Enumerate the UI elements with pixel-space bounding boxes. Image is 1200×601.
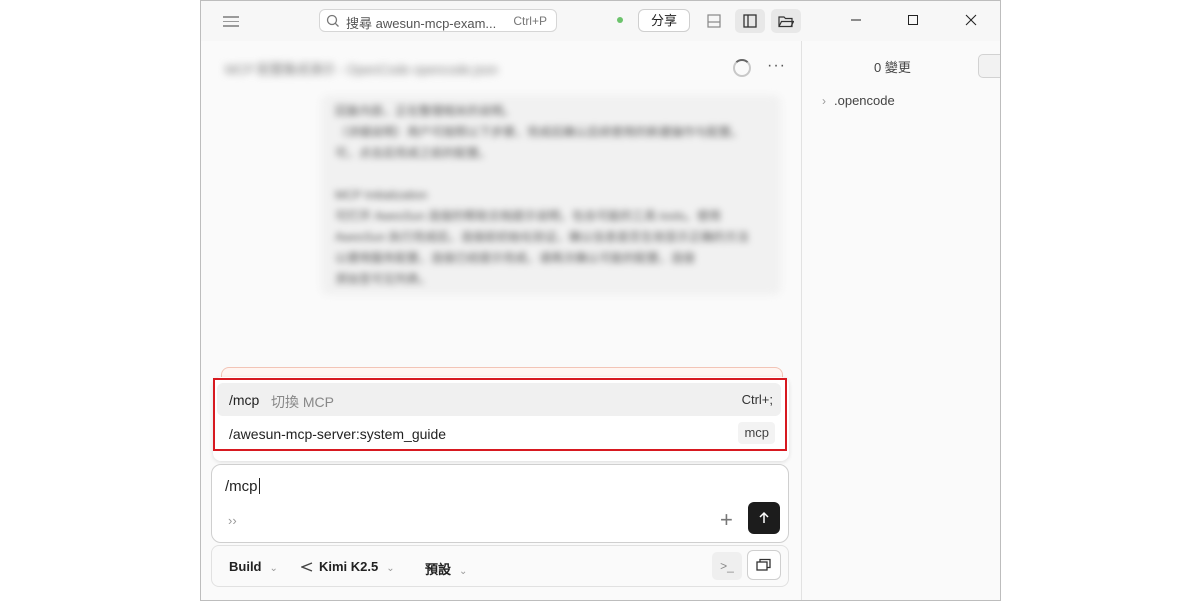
arrow-up-icon: [759, 511, 769, 523]
model-icon: [300, 562, 313, 572]
more-options-icon[interactable]: ···: [767, 57, 786, 75]
panel-action-button[interactable]: [978, 54, 1000, 78]
chevron-down-icon: ⌄: [269, 563, 278, 574]
title-bar: 搜尋 awesun-mcp-exam... Ctrl+P 分享: [201, 1, 1000, 41]
minimize-icon[interactable]: [842, 9, 870, 31]
command-option-system-guide[interactable]: /awesun-mcp-server:system_guide mcp: [217, 417, 781, 450]
maximize-icon[interactable]: [899, 9, 927, 31]
message-line: 以便用服务配置，连接已经提示完成，请再次确认可能的配置，连接: [335, 251, 696, 265]
variant-label: 預設: [425, 562, 452, 577]
message-line: 添加至可见列表。: [335, 272, 432, 286]
model-select[interactable]: Kimi K2.5 ⌄: [300, 559, 395, 574]
new-window-icon[interactable]: [747, 550, 781, 580]
add-attachment-icon[interactable]: +: [720, 507, 733, 533]
message-line: （详细说明）用户可按照以下步骤，完成后确认后续使用的新建操作与配置。: [335, 125, 744, 139]
search-icon: [326, 14, 339, 27]
prompt-input[interactable]: /mcp ›› +: [211, 464, 789, 543]
chevron-right-icon: ›: [822, 94, 826, 108]
command-popup: /mcp 切換 MCP Ctrl+; /awesun-mcp-server:sy…: [213, 377, 789, 461]
command-name: /mcp: [229, 392, 260, 408]
command-tag-badge: mcp: [738, 422, 775, 444]
chat-panel: MCP 配置集成演示 - OpenCode opencode.json ··· …: [201, 41, 802, 600]
message-line: MCP Initialization: [335, 188, 428, 202]
close-icon[interactable]: [957, 9, 985, 31]
share-button[interactable]: 分享: [638, 9, 690, 32]
changes-count: 0 變更: [874, 60, 911, 75]
hamburger-menu-icon[interactable]: [223, 13, 239, 29]
toggle-bottom-panel-icon[interactable]: [699, 9, 729, 33]
file-tree-item[interactable]: › .opencode: [822, 93, 895, 108]
message-line: AwesSun 执行完成后，连接前初始化验证，确认信息是否生效显示正确的方法: [335, 230, 749, 244]
chevron-right-icon[interactable]: ››: [228, 513, 237, 528]
command-shortcut: Ctrl+;: [741, 392, 773, 407]
app-window: 搜尋 awesun-mcp-exam... Ctrl+P 分享 MCP 配置集成…: [200, 0, 1001, 601]
session-title: MCP 配置集成演示 - OpenCode opencode.json: [225, 62, 498, 77]
status-dot: [617, 17, 623, 23]
variant-select[interactable]: 預設 ⌄: [425, 559, 467, 578]
message-line: 回复内容，正在整理相关的说明。: [335, 104, 516, 118]
prompt-text: /mcp: [225, 478, 260, 495]
command-name: /awesun-mcp-server:system_guide: [229, 426, 447, 442]
chevron-down-icon: ⌄: [459, 566, 468, 577]
chevron-down-icon: ⌄: [386, 563, 395, 574]
search-box[interactable]: 搜尋 awesun-mcp-exam... Ctrl+P: [319, 9, 557, 32]
search-placeholder: 搜尋 awesun-mcp-exam...: [346, 16, 497, 31]
message-line: [335, 164, 767, 185]
loading-spinner-icon: [733, 59, 751, 77]
folder-open-icon[interactable]: [771, 9, 801, 33]
agent-select[interactable]: Build ⌄: [229, 559, 278, 574]
model-label: Kimi K2.5: [319, 559, 379, 574]
message-line: 可打开 AwesSun 连接的帮助文档提示说明，包含可能的工具 tools。使用: [335, 209, 721, 223]
command-description: 切換 MCP: [271, 394, 334, 410]
search-shortcut: Ctrl+P: [513, 14, 547, 28]
command-option-mcp[interactable]: /mcp 切換 MCP Ctrl+;: [217, 383, 781, 416]
send-button[interactable]: [748, 502, 780, 534]
composer-toolbar: Build ⌄ Kimi K2.5 ⌄ 預設 ⌄ >_: [211, 545, 789, 587]
toggle-sidebar-icon[interactable]: [735, 9, 765, 33]
folder-name: .opencode: [834, 93, 895, 108]
changes-panel: 0 變更 › .opencode: [802, 41, 1000, 600]
message-line: 可，点击后完成之前的配置。: [335, 146, 492, 160]
agent-label: Build: [229, 559, 262, 574]
assistant-message: 回复内容，正在整理相关的说明。 （详细说明）用户可按照以下步骤，完成后确认后续使…: [321, 95, 781, 295]
terminal-icon[interactable]: >_: [712, 552, 742, 580]
